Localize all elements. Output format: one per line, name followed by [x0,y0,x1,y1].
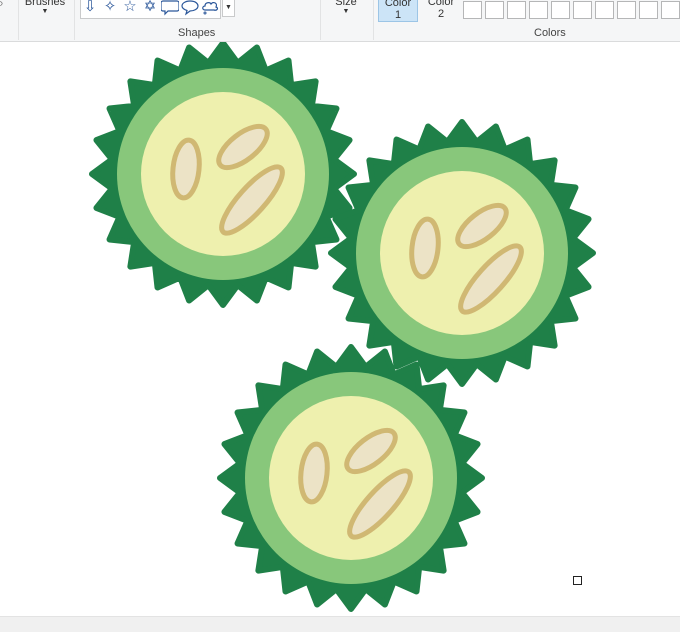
ribbon-separator [18,0,19,40]
ribbon-separator [74,0,75,40]
cucumber-slice [92,43,354,305]
shapes-group-label: Shapes [178,27,216,39]
cucumber-slice [331,122,593,384]
custom-color-swatch[interactable] [463,1,482,19]
custom-color-swatch[interactable] [617,1,636,19]
down-arrow-icon[interactable]: ⇩ [81,0,99,16]
custom-color-swatch[interactable] [661,1,680,19]
oval-callout-icon[interactable] [181,0,199,16]
custom-color-swatch[interactable] [507,1,526,19]
magnifier-icon[interactable]: ⌕ [0,0,7,11]
status-bar [0,616,680,632]
custom-color-swatch[interactable] [485,1,504,19]
color-1-button[interactable]: Color 1 [378,0,418,22]
size-button[interactable]: Size ▼ [333,0,359,18]
ribbon-separator [320,0,321,40]
color-2-button[interactable]: Color 2 [421,0,461,22]
custom-color-swatch[interactable] [639,1,658,19]
chevron-down-icon: ▼ [342,8,350,15]
custom-color-swatch[interactable] [595,1,614,19]
color-1-number: 1 [394,9,402,21]
ribbon-toolbar: ⌕ Brushes ▼ ⇩ ✧ ☆ ✡ ▼ Shapes Size ▼ Colo… [0,0,680,42]
canvas-drawing [0,42,680,616]
paint-canvas[interactable] [0,42,680,616]
canvas-resize-handle[interactable] [573,576,582,585]
size-label: Size [335,0,357,8]
five-point-star-icon[interactable]: ☆ [121,0,139,16]
shapes-more-button[interactable]: ▼ [222,0,235,17]
color-1-label: Color [384,0,412,9]
cloud-callout-icon[interactable] [201,0,219,16]
custom-color-swatch[interactable] [573,1,592,19]
brushes-label: Brushes [24,0,66,8]
rounded-rectangle-callout-icon[interactable] [160,0,180,16]
custom-color-swatch[interactable] [551,1,570,19]
brushes-button[interactable]: Brushes ▼ [22,0,68,18]
cucumber-slice [220,347,482,609]
chevron-down-icon: ▼ [41,8,49,15]
color-2-number: 2 [437,8,445,20]
six-point-star-icon[interactable]: ✡ [141,0,159,16]
color-2-label: Color [427,0,455,8]
chevron-down-icon: ▼ [225,4,232,11]
shapes-gallery: ⇩ ✧ ☆ ✡ [80,0,221,19]
four-point-star-icon[interactable]: ✧ [101,0,119,16]
colors-group-label: Colors [534,27,566,39]
custom-color-swatch[interactable] [529,1,548,19]
ribbon-separator [373,0,374,40]
